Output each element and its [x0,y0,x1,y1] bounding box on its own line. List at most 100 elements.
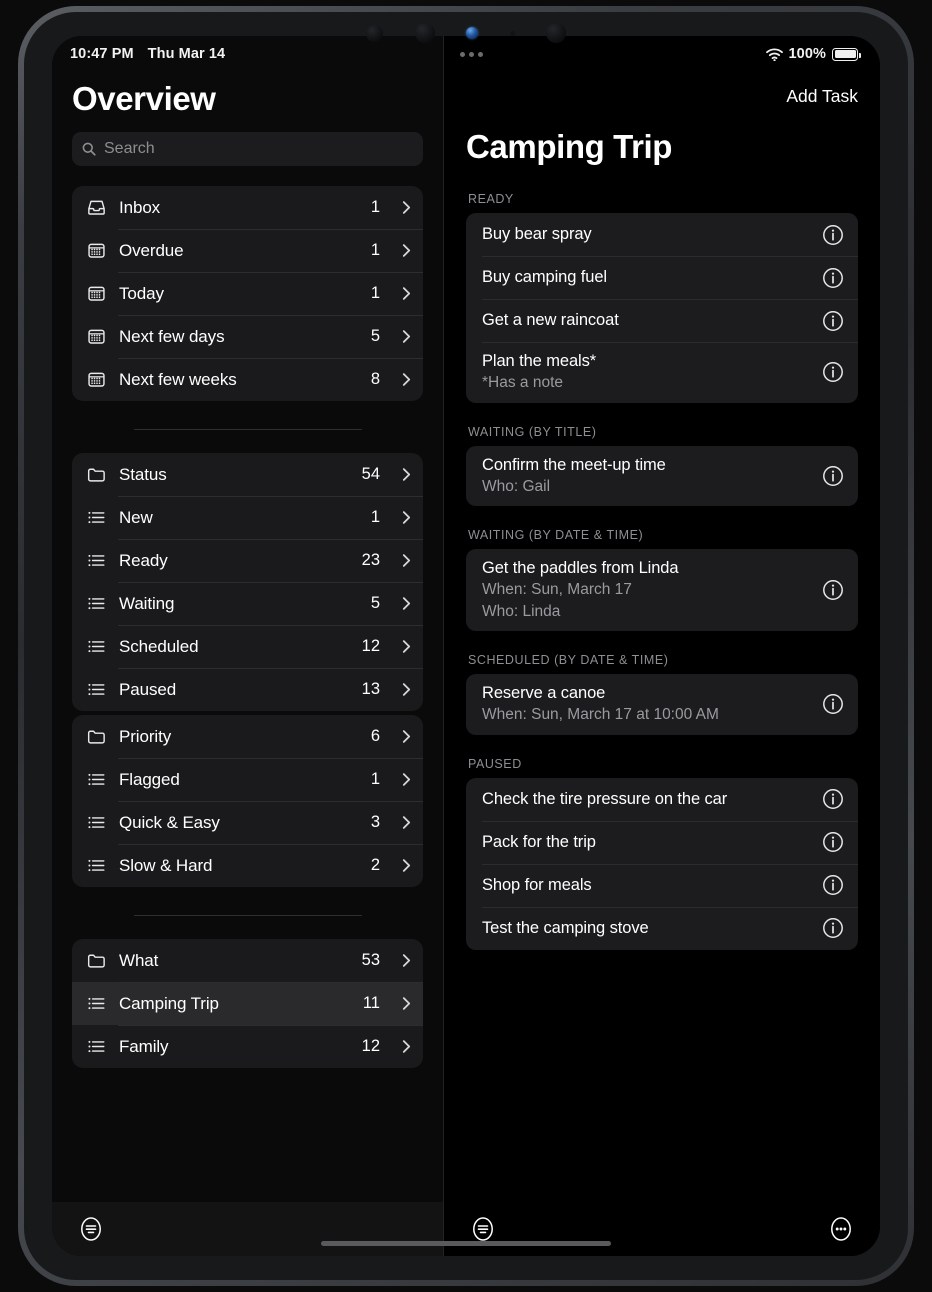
sidebar-item-label: Overdue [119,240,184,260]
list-icon [88,597,105,610]
sidebar-item-label: Ready [119,550,168,570]
task-row[interactable]: Buy camping fuel [466,256,858,299]
info-icon[interactable] [822,267,844,289]
device-bezel: 10:47 PM Thu Mar 14 Overview Search Inbo… [24,12,908,1280]
task-row[interactable]: Get the paddles from Linda When: Sun, Mar… [466,549,858,631]
task-row[interactable]: Confirm the meet-up time Who: Gail [466,446,858,507]
info-icon[interactable] [822,465,844,487]
detail-panel: 100% Add Task Camping Trip READY Buy bear… [444,36,880,1256]
folder-icon [86,726,107,747]
task-row[interactable]: Check the tire pressure on the car [466,778,858,821]
task-row[interactable]: Plan the meals* *Has a note [466,342,858,403]
info-icon[interactable] [822,310,844,332]
info-icon[interactable] [822,831,844,853]
status-indicators: 100% [765,46,861,62]
list-icon [88,816,105,829]
sidebar-item-scheduled[interactable]: Scheduled 12 [72,625,423,668]
list-icon [88,640,105,653]
sidebar-item-count: 2 [370,856,380,874]
sidebar-item-label: Family [119,1036,169,1056]
task-title: Confirm the meet-up time [482,455,666,474]
sidebar-group-what-group: What 53 Camping Trip 11 Family 12 [72,939,423,1068]
chevron-right-icon [402,511,411,524]
sidebar-item-label: Waiting [119,593,175,613]
folder-icon [87,468,105,482]
task-list-scroll-area[interactable]: READY Buy bear spray Buy camping fuel Get a… [444,180,880,1202]
section-header: SCHEDULED (BY DATE & TIME) [468,653,669,668]
list-icon [86,812,107,833]
sidebar-item-ready[interactable]: Ready 23 [72,539,423,582]
sidebar-item-new[interactable]: New 1 [72,496,423,539]
front-camera-array [366,20,566,46]
chevron-right-icon [402,816,411,829]
sidebar-item-waiting[interactable]: Waiting 5 [72,582,423,625]
add-task-button[interactable]: Add Task [786,86,858,107]
task-row[interactable]: Test the camping stove [466,906,858,950]
sidebar-item-today[interactable]: Today 1 [72,272,423,315]
section-header: WAITING (BY DATE & TIME) [468,528,644,543]
task-subtitle: *Has a note [482,374,563,392]
info-icon[interactable] [822,788,844,810]
section-header: PAUSED [468,756,522,771]
task-row[interactable]: Shop for meals [466,863,858,907]
info-icon[interactable] [822,579,844,601]
section-header: READY [468,192,514,206]
task-card: Reserve a canoe When: Sun, March 17 at 10… [466,674,858,735]
search-input[interactable]: Search [72,132,423,166]
sidebar-item-count: 23 [361,551,380,569]
sidebar-item-label: Today [119,283,164,303]
more-ellipsis-icon[interactable] [828,1216,854,1242]
folder-icon [86,950,107,971]
info-icon[interactable] [822,224,844,246]
task-row[interactable]: Reserve a canoe When: Sun, March 17 at 10… [466,674,858,735]
list-icon [88,773,105,786]
sidebar-item-inbox[interactable]: Inbox 1 [72,186,423,229]
sidebar-item-quick-easy[interactable]: Quick & Easy 3 [72,801,423,844]
sidebar-item-slow-hard[interactable]: Slow & Hard 2 [72,844,423,887]
task-row[interactable]: Buy bear spray [466,213,858,256]
home-indicator[interactable] [321,1241,611,1246]
sidebar-item-overdue[interactable]: Overdue 1 [72,229,423,272]
chevron-right-icon [402,773,411,786]
sidebar-item-count: 1 [370,198,380,216]
ambient-sensor-icon [509,30,515,36]
sidebar-item-what[interactable]: What 53 [72,939,423,982]
chevron-right-icon [402,640,411,653]
sidebar-item-camping-trip[interactable]: Camping Trip 11 [72,982,423,1025]
info-icon[interactable] [822,917,844,939]
task-text: Check the tire pressure on the car [482,789,812,810]
sidebar-item-paused[interactable]: Paused 13 [72,668,423,711]
list-icon [88,997,105,1010]
chevron-right-icon [402,287,411,300]
multitask-dots-icon[interactable] [460,51,483,57]
sidebar-item-status[interactable]: Status 54 [72,453,423,496]
sidebar-item-next-few-weeks[interactable]: Next few weeks 8 [72,358,423,401]
task-row[interactable]: Pack for the trip [466,820,858,864]
sidebar-scroll-area[interactable]: Inbox 1 Overdue 1 Today 1 Next few days 5 Next f… [52,166,443,1202]
list-icon [88,1040,105,1053]
task-subtitle: When: Sun, March 17 [482,581,632,599]
task-title: Buy bear spray [482,224,592,243]
info-icon[interactable] [822,693,844,715]
filter-list-icon[interactable] [78,1216,104,1242]
list-icon [86,636,107,657]
info-icon[interactable] [822,874,844,896]
info-icon[interactable] [822,361,844,383]
sidebar-item-priority[interactable]: Priority 6 [72,715,423,758]
status-date: Thu Mar 14 [147,46,226,62]
task-row[interactable]: Get a new raincoat [466,299,858,342]
calendar-icon [86,369,107,390]
list-icon [86,993,107,1014]
list-icon [86,1036,107,1057]
sidebar-item-label: Inbox [119,197,161,217]
calendar-icon [88,372,105,387]
task-subtitle: Who: Gail [482,477,551,495]
filter-list-icon[interactable] [470,1216,496,1242]
sidebar-item-label: Scheduled [119,636,199,656]
sidebar-item-next-few-days[interactable]: Next few days 5 [72,315,423,358]
camera-sensor-icon [466,27,478,39]
battery-icon [832,47,861,61]
sidebar-item-family[interactable]: Family 12 [72,1025,423,1068]
sidebar-item-flagged[interactable]: Flagged 1 [72,758,423,801]
status-time: 10:47 PM [70,46,134,62]
